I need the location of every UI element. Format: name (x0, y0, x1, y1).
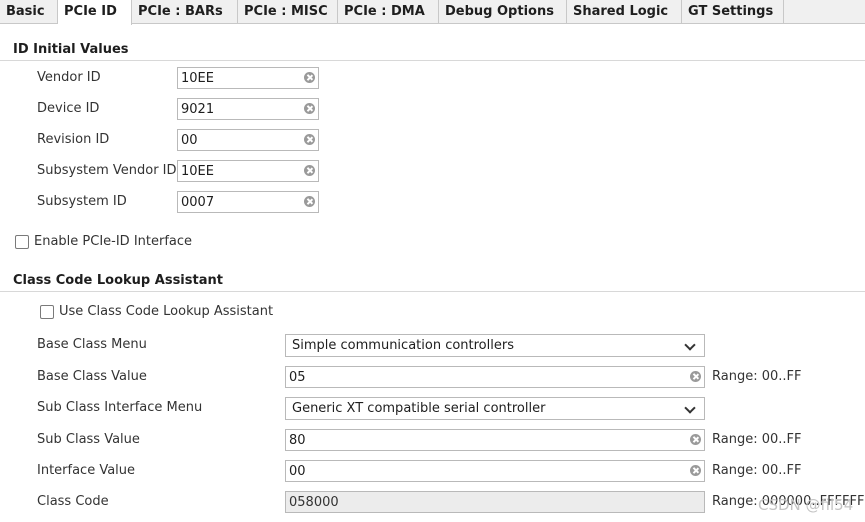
class-code-input (286, 492, 704, 512)
use-class-code-assistant-checkbox[interactable] (40, 305, 54, 319)
revision-id-field[interactable] (177, 129, 319, 151)
vendor-id-label: Vendor ID (37, 70, 101, 85)
sub-class-range: Range: 00..FF (712, 432, 802, 447)
class-code-label: Class Code (37, 494, 109, 509)
sub-class-value-input[interactable] (286, 430, 704, 450)
tab-pcie-misc[interactable]: PCIe : MISC (238, 0, 338, 24)
section-divider (0, 291, 865, 292)
tab-debug-options[interactable]: Debug Options (439, 0, 567, 24)
base-class-menu-select[interactable]: Simple communication controllers (285, 334, 705, 357)
tab-pcie-id[interactable]: PCIe ID (58, 0, 132, 25)
id-initial-values-title: ID Initial Values (13, 42, 129, 57)
subsystem-id-label: Subsystem ID (37, 194, 127, 209)
revision-id-input[interactable] (178, 130, 318, 150)
subsystem-vendor-id-label: Subsystem Vendor ID (37, 163, 177, 178)
base-class-value-label: Base Class Value (37, 369, 147, 384)
tab-gt-settings[interactable]: GT Settings (682, 0, 784, 24)
sub-class-menu-select[interactable]: Generic XT compatible serial controller (285, 397, 705, 420)
vendor-id-field[interactable] (177, 67, 319, 89)
clear-icon[interactable] (690, 465, 701, 476)
tab-bar: Basic PCIe ID PCIe : BARs PCIe : MISC PC… (0, 0, 865, 25)
subsystem-vendor-id-input[interactable] (178, 161, 318, 181)
chevron-down-icon (684, 402, 696, 414)
vendor-id-input[interactable] (178, 68, 318, 88)
base-class-value-field[interactable] (285, 366, 705, 388)
revision-id-label: Revision ID (37, 132, 110, 147)
tab-pcie-bars[interactable]: PCIe : BARs (132, 0, 238, 24)
subsystem-id-input[interactable] (178, 192, 318, 212)
class-code-field (285, 491, 705, 513)
tab-basic[interactable]: Basic (0, 0, 58, 24)
device-id-label: Device ID (37, 101, 100, 116)
clear-icon[interactable] (690, 371, 701, 382)
section-divider (0, 60, 865, 61)
base-class-range: Range: 00..FF (712, 369, 802, 384)
clear-icon[interactable] (304, 103, 315, 114)
sub-class-menu-label: Sub Class Interface Menu (37, 400, 203, 415)
tab-shared-logic[interactable]: Shared Logic (567, 0, 682, 24)
use-class-code-assistant-label[interactable]: Use Class Code Lookup Assistant (59, 304, 273, 319)
subsystem-vendor-id-field[interactable] (177, 160, 319, 182)
chevron-down-icon (684, 339, 696, 351)
base-class-menu-label: Base Class Menu (37, 337, 147, 352)
sub-class-value-label: Sub Class Value (37, 432, 140, 447)
base-class-value-input[interactable] (286, 367, 704, 387)
enable-pcie-id-label[interactable]: Enable PCIe-ID Interface (34, 234, 192, 249)
interface-value-label: Interface Value (37, 463, 136, 478)
device-id-input[interactable] (178, 99, 318, 119)
subsystem-id-field[interactable] (177, 191, 319, 213)
clear-icon[interactable] (304, 72, 315, 83)
clear-icon[interactable] (304, 165, 315, 176)
watermark: CSDN @fil54 (758, 496, 854, 514)
device-id-field[interactable] (177, 98, 319, 120)
sub-class-menu-value: Generic XT compatible serial controller (292, 401, 546, 416)
interface-value-range: Range: 00..FF (712, 463, 802, 478)
clear-icon[interactable] (690, 434, 701, 445)
sub-class-value-field[interactable] (285, 429, 705, 451)
interface-value-field[interactable] (285, 460, 705, 482)
class-code-lookup-title: Class Code Lookup Assistant (13, 273, 223, 288)
clear-icon[interactable] (304, 134, 315, 145)
tab-pcie-dma[interactable]: PCIe : DMA (338, 0, 439, 24)
enable-pcie-id-checkbox[interactable] (15, 235, 29, 249)
interface-value-input[interactable] (286, 461, 704, 481)
clear-icon[interactable] (304, 196, 315, 207)
base-class-menu-value: Simple communication controllers (292, 338, 514, 353)
